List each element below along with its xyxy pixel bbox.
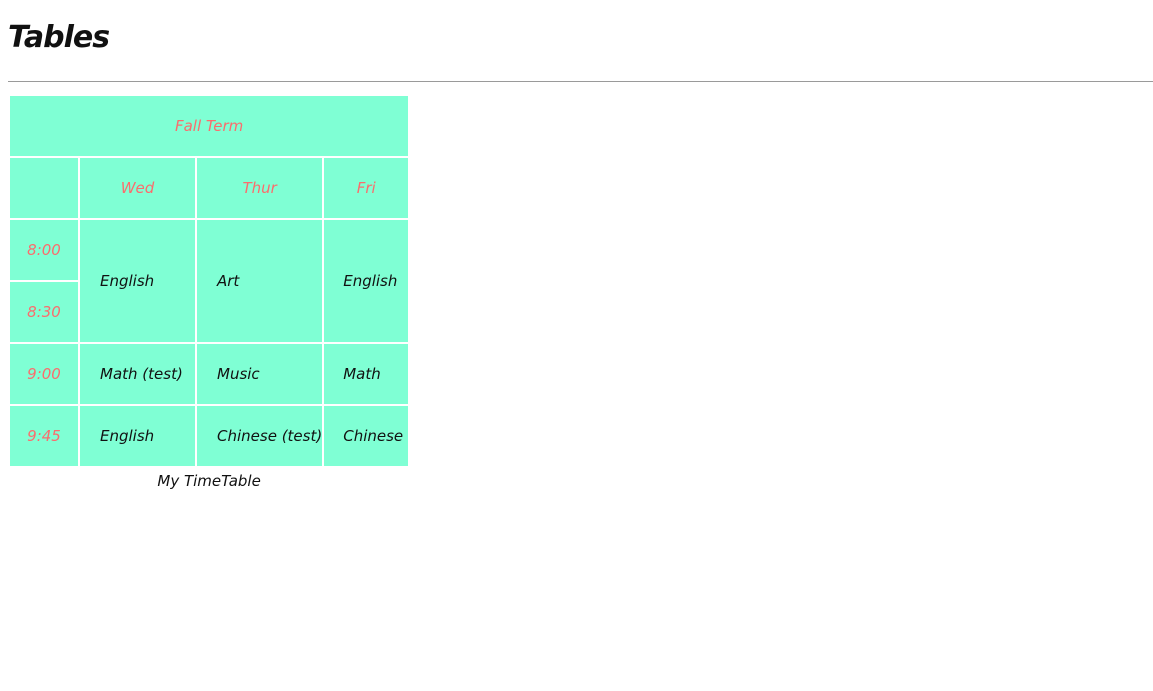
time-header: 9:00 — [10, 344, 78, 404]
subject-cell: Math (test) — [80, 344, 195, 404]
title-divider — [8, 81, 1153, 82]
subject-cell: English — [80, 406, 195, 466]
page: Tables My TimeTable Fall Term Wed Thur F… — [0, 0, 1153, 691]
day-header-wed: Wed — [80, 158, 195, 218]
subject-cell: Math — [324, 344, 409, 404]
subject-cell: Music — [197, 344, 323, 404]
corner-cell — [10, 158, 78, 218]
table-row: 9:00 Math (test) Music Math — [10, 344, 409, 404]
term-row: Fall Term — [10, 96, 409, 156]
table-row: 9:45 English Chinese (test) Chinese — [10, 406, 409, 466]
day-header-thur: Thur — [197, 158, 323, 218]
time-header: 8:00 — [10, 220, 78, 280]
subject-cell: Chinese (test) — [197, 406, 323, 466]
day-header-fri: Fri — [324, 158, 409, 218]
days-row: Wed Thur Fri — [10, 158, 409, 218]
time-header: 8:30 — [10, 282, 78, 342]
subject-cell: English — [80, 220, 195, 342]
subject-cell: English — [324, 220, 409, 342]
subject-cell: Chinese — [324, 406, 409, 466]
term-header: Fall Term — [10, 96, 409, 156]
subject-cell: Art — [197, 220, 323, 342]
timetable: My TimeTable Fall Term Wed Thur Fri 8:00… — [8, 94, 410, 490]
page-title: Tables — [8, 20, 110, 55]
table-row: 8:00 English Art English — [10, 220, 409, 342]
time-header: 9:45 — [10, 406, 78, 466]
table-caption: My TimeTable — [157, 472, 261, 490]
